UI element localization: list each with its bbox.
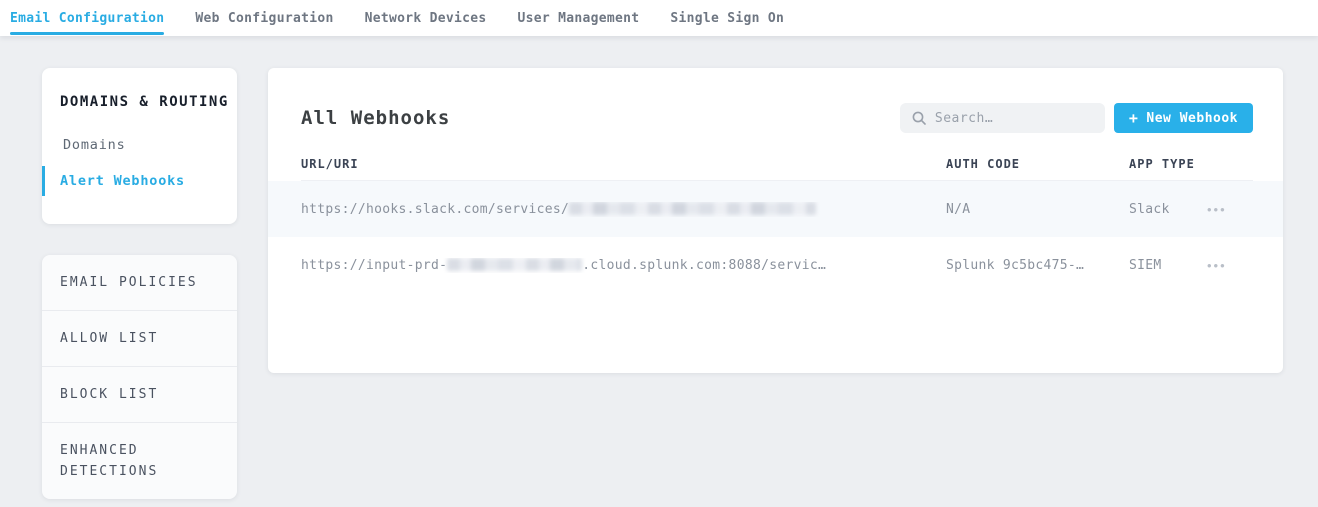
table-header-row: URL/URI AUTH CODE APP TYPE <box>301 157 1253 181</box>
page-content: DOMAINS & ROUTING Domains Alert Webhooks… <box>0 36 1318 499</box>
table-row[interactable]: https://input-prd-.cloud.splunk.com:8088… <box>301 237 1253 293</box>
auth-code-cell: N/A <box>946 202 1129 217</box>
tab-user-management[interactable]: User Management <box>517 0 639 36</box>
row-menu-button[interactable]: ••• <box>1207 255 1227 276</box>
new-webhook-button[interactable]: + New Webhook <box>1114 103 1253 133</box>
domains-routing-card: DOMAINS & ROUTING Domains Alert Webhooks <box>42 68 237 224</box>
row-menu-button[interactable]: ••• <box>1207 199 1227 220</box>
sidebar-item-allow-list[interactable]: ALLOW LIST <box>42 311 237 367</box>
panel-header: All Webhooks + New Webhook <box>301 68 1253 133</box>
main-column: All Webhooks + New Webhook URL/URI AUTH … <box>268 68 1283 499</box>
tab-email-configuration[interactable]: Email Configuration <box>10 0 164 36</box>
tab-single-sign-on[interactable]: Single Sign On <box>670 0 784 36</box>
top-navigation: Email Configuration Web Configuration Ne… <box>0 0 1318 36</box>
sidebar-item-alert-webhooks[interactable]: Alert Webhooks <box>42 166 237 196</box>
new-webhook-label: New Webhook <box>1146 111 1238 126</box>
column-header-menu <box>1207 157 1253 171</box>
search-box[interactable] <box>900 103 1105 133</box>
app-type-cell: Slack <box>1129 202 1207 217</box>
search-input[interactable] <box>935 111 1093 126</box>
sidebar-item-enhanced-detections[interactable]: ENHANCED DETECTIONS <box>42 423 237 499</box>
sidebar-item-block-list[interactable]: BLOCK LIST <box>42 367 237 423</box>
redacted-url-segment <box>447 258 582 271</box>
search-icon <box>912 111 926 125</box>
sidebar-item-domains[interactable]: Domains <box>42 130 237 160</box>
all-webhooks-panel: All Webhooks + New Webhook URL/URI AUTH … <box>268 68 1283 373</box>
column-header-app-type: APP TYPE <box>1129 157 1207 171</box>
tab-network-devices[interactable]: Network Devices <box>365 0 487 36</box>
plus-icon: + <box>1129 109 1139 127</box>
webhook-url-cell: https://input-prd-.cloud.splunk.com:8088… <box>301 258 946 273</box>
app-type-cell: SIEM <box>1129 258 1207 273</box>
redacted-url-segment <box>569 202 816 215</box>
webhook-url-cell: https://hooks.slack.com/services/ <box>301 202 946 217</box>
sidebar-item-email-policies[interactable]: EMAIL POLICIES <box>42 255 237 311</box>
auth-code-cell: Splunk 9c5bc475-… <box>946 258 1129 273</box>
tab-web-configuration[interactable]: Web Configuration <box>195 0 333 36</box>
column-header-auth-code: AUTH CODE <box>946 157 1129 171</box>
column-header-url: URL/URI <box>301 157 946 171</box>
sidebar: DOMAINS & ROUTING Domains Alert Webhooks… <box>42 68 237 499</box>
domains-routing-title: DOMAINS & ROUTING <box>42 94 237 110</box>
policy-sections-card: EMAIL POLICIES ALLOW LIST BLOCK LIST ENH… <box>42 255 237 499</box>
page-title: All Webhooks <box>301 107 900 129</box>
table-row[interactable]: https://hooks.slack.com/services/ N/A Sl… <box>268 181 1283 237</box>
